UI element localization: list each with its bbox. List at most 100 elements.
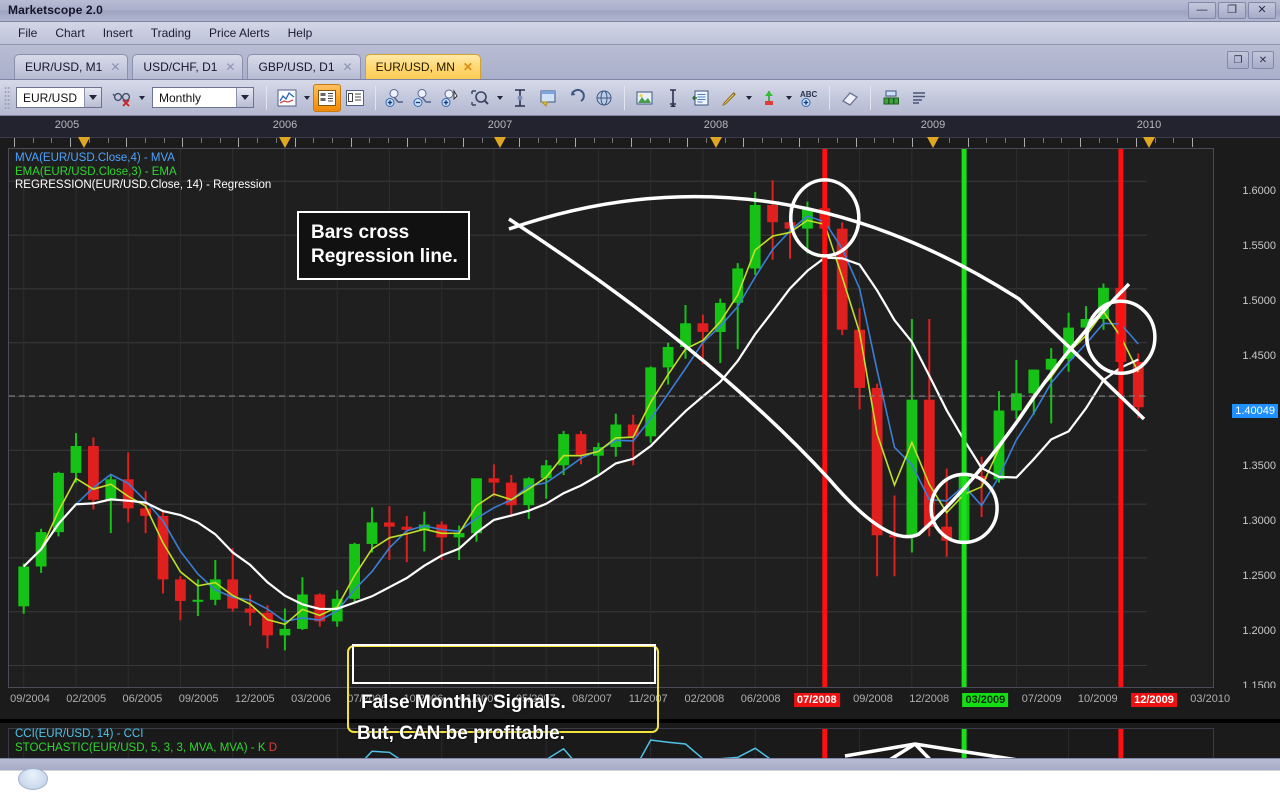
zoom-out-button[interactable] [410,84,438,112]
indicator-dropdown-arrow[interactable] [136,85,148,111]
date-tick: 03/2010 [1190,693,1231,705]
list-button[interactable] [905,84,933,112]
text-cursor-button[interactable] [659,84,687,112]
year-marker-2007 [494,137,506,148]
properties-button[interactable] [687,84,715,112]
window-titlebar: Marketscope 2.0 — ❐ ✕ [0,0,1280,22]
restore-chart-button[interactable]: ❐ [1227,51,1249,69]
indicator-legend: CCI(EUR/USD, 14) - CCI STOCHASTIC(EUR/US… [15,728,277,755]
tab-usdchf-d1[interactable]: USD/CHF, D1 ✕ [132,54,244,79]
price-chart-pane[interactable]: MVA(EUR/USD.Close,4) - MVA EMA(EUR/USD.C… [8,148,1214,688]
menu-chart[interactable]: Chart [47,23,92,43]
note-button[interactable] [534,84,562,112]
date-tick: 06/2008 [740,693,781,705]
year-header: 2005 2006 2007 2008 2009 2010 [0,116,1280,138]
svg-text:ABC: ABC [800,90,818,99]
price-tick-1-3000: 1.3000 [1242,515,1276,527]
chart-type-dropdown-arrow[interactable] [301,85,313,111]
pencil-dropdown-arrow[interactable] [743,85,755,111]
magnifier-dropdown-arrow[interactable] [494,85,506,111]
maximize-button[interactable]: ❐ [1218,2,1246,19]
chart-canvas[interactable]: 2005 2006 2007 2008 2009 2010 MVA(EUR/US… [0,116,1280,800]
application-window: Marketscope 2.0 — ❐ ✕ File Chart Insert … [0,0,1280,800]
crosshair-button[interactable] [506,84,534,112]
legend-stochastic-k: STOCHASTIC(EUR/USD, 5, 3, 3, MVA, MVA) -… [15,741,266,754]
date-tick: 06/2005 [122,693,163,705]
date-tick: 07/2009 [1021,693,1062,705]
tab-close-icon[interactable]: ✕ [463,60,473,74]
note-icon [540,90,555,107]
callout-false-signals-line2: But, CAN be profitable. [357,723,565,744]
toolbar-grip[interactable] [4,85,11,110]
date-tick: 12/2005 [234,693,275,705]
zoom-in-button[interactable] [382,84,410,112]
highlight-strip [352,644,656,684]
crosshair-icon [515,88,525,107]
toolbar-separator [375,85,376,110]
bars-view-button[interactable] [341,84,369,112]
chevron-down-icon[interactable] [236,88,253,107]
undo-button[interactable] [562,84,590,112]
tab-close-icon[interactable]: ✕ [110,60,120,74]
magnifier-button[interactable] [466,84,494,112]
tab-close-icon[interactable]: ✕ [343,60,353,74]
picture-icon [636,91,653,104]
zoom-select-button[interactable] [438,84,466,112]
tabstrip: EUR/USD, M1 ✕ USD/CHF, D1 ✕ GBP/USD, D1 … [0,45,1280,80]
eyeglasses-icon [112,92,131,107]
price-axis[interactable]: 1.6000 1.5500 1.5000 1.4500 1.40049 1.35… [1214,148,1280,692]
marker-dropdown-arrow[interactable] [783,85,795,111]
instrument-select[interactable]: EUR/USD [16,87,102,108]
grid-layout-button[interactable] [877,84,905,112]
year-label-2007: 2007 [487,119,513,131]
chevron-down-icon[interactable] [84,88,101,107]
instrument-value: EUR/USD [23,90,78,105]
eraser-button[interactable] [836,84,864,112]
menu-insert[interactable]: Insert [95,23,141,43]
chart-type-button[interactable] [273,84,301,112]
close-chart-button[interactable]: ✕ [1252,51,1274,69]
clear-indicators-button[interactable] [108,84,136,112]
close-button[interactable]: ✕ [1248,2,1276,19]
minimize-icon: — [1196,4,1208,16]
bars-view-icon [346,89,364,106]
timeframe-select[interactable]: Monthly [152,87,254,108]
add-text-button[interactable]: ABC [795,84,823,112]
candles-view-icon [318,89,336,106]
menu-price-alerts[interactable]: Price Alerts [201,23,278,43]
pencil-button[interactable] [715,84,743,112]
tab-gbpusd-d1[interactable]: GBP/USD, D1 ✕ [247,54,361,79]
tab-eurusd-m1[interactable]: EUR/USD, M1 ✕ [14,54,129,79]
year-label-2006: 2006 [272,119,298,131]
date-tick: 09/2005 [178,693,219,705]
zoom-out-icon [413,88,431,107]
tab-eurusd-mn[interactable]: EUR/USD, MN ✕ [364,54,481,79]
globe-button[interactable] [590,84,618,112]
callout-line-1: Bars cross [311,222,410,243]
taskbar[interactable] [0,770,1280,800]
chart-legend: MVA(EUR/USD.Close,4) - MVA EMA(EUR/USD.C… [15,152,271,193]
candles-view-button[interactable] [313,83,341,112]
toolbar-separator [829,85,830,110]
start-button-orb[interactable] [18,768,48,790]
legend-regression: REGRESSION(EUR/USD.Close, 14) - Regressi… [15,179,272,191]
minimize-button[interactable]: — [1188,2,1216,19]
menu-file[interactable]: File [10,23,45,43]
restore-icon: ❐ [1233,54,1243,66]
menu-trading[interactable]: Trading [143,23,199,43]
year-marker-2006 [279,137,291,148]
marker-button[interactable] [755,84,783,112]
statusbar [0,758,1280,770]
magnifier-icon [471,89,489,106]
date-tick: 02/2008 [684,693,725,705]
menu-help[interactable]: Help [280,23,321,43]
text-cursor-icon [670,88,676,107]
tab-close-icon[interactable]: ✕ [225,60,235,74]
close-icon: ✕ [1257,4,1267,16]
date-tick: 02/2005 [66,693,107,705]
insert-picture-button[interactable] [631,84,659,112]
chart-toolbar: EUR/USD Monthly ABC [0,80,1280,116]
date-tick: 09/2004 [10,693,50,705]
year-label-2010: 2010 [1136,119,1162,131]
tab-label: USD/CHF, D1 [143,60,218,74]
